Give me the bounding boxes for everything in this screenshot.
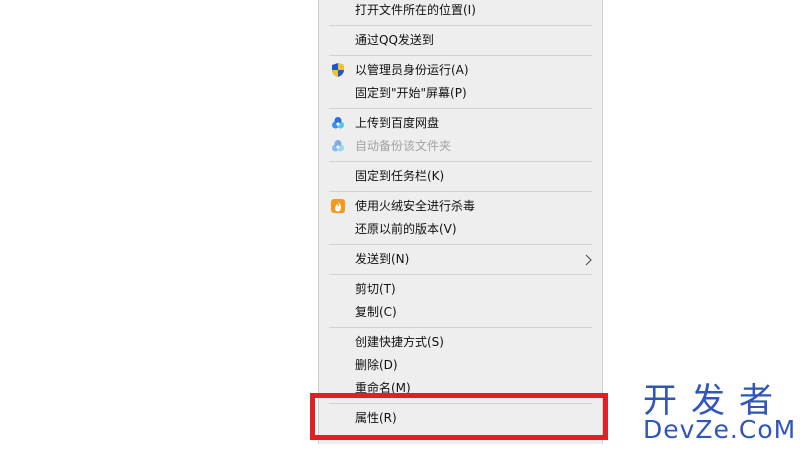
- menu-item-label: 还原以前的版本(V): [355, 222, 457, 236]
- watermark-cn: 开发者: [643, 381, 787, 421]
- menu-item-copy[interactable]: 复制(C): [319, 301, 602, 323]
- context-menu: 打开文件所在的位置(I) 通过QQ发送到 以管理员身份运行(A) 固定到"开始"…: [318, 0, 603, 444]
- menu-separator: [329, 55, 592, 56]
- chevron-right-icon: [583, 252, 593, 266]
- menu-item-pin-to-taskbar[interactable]: 固定到任务栏(K): [319, 165, 602, 187]
- menu-item-delete[interactable]: 删除(D): [319, 354, 602, 376]
- menu-item-label: 以管理员身份运行(A): [355, 63, 469, 77]
- menu-item-open-file-location[interactable]: 打开文件所在的位置(I): [319, 0, 602, 21]
- menu-separator: [329, 161, 592, 162]
- menu-separator: [329, 191, 592, 192]
- menu-item-run-as-admin[interactable]: 以管理员身份运行(A): [319, 59, 602, 81]
- menu-item-label: 上传到百度网盘: [355, 116, 440, 130]
- menu-item-create-shortcut[interactable]: 创建快捷方式(S): [319, 331, 602, 353]
- menu-item-auto-backup: 自动备份该文件夹: [319, 135, 602, 157]
- menu-separator: [329, 108, 592, 109]
- menu-separator: [329, 327, 592, 328]
- uac-shield-icon: [330, 62, 346, 78]
- menu-item-cut[interactable]: 剪切(T): [319, 278, 602, 300]
- menu-item-label: 打开文件所在的位置(I): [355, 3, 476, 17]
- menu-item-pin-to-start[interactable]: 固定到"开始"屏幕(P): [319, 82, 602, 104]
- menu-item-upload-baidu[interactable]: 上传到百度网盘: [319, 112, 602, 134]
- properties-highlight-box: [310, 393, 608, 440]
- menu-item-label: 固定到任务栏(K): [355, 169, 445, 183]
- menu-item-label: 通过QQ发送到: [355, 33, 434, 47]
- menu-item-label: 自动备份该文件夹: [355, 139, 452, 153]
- menu-item-send-via-qq[interactable]: 通过QQ发送到: [319, 29, 602, 51]
- menu-item-label: 创建快捷方式(S): [355, 335, 444, 349]
- menu-item-label: 删除(D): [355, 358, 398, 372]
- menu-item-huorong-scan[interactable]: 使用火绒安全进行杀毒: [319, 195, 602, 217]
- menu-separator: [329, 274, 592, 275]
- watermark-logo: 开发者 DevZe.CoM: [643, 381, 797, 445]
- baidu-netdisk-icon: [330, 138, 346, 154]
- menu-item-restore-previous-versions[interactable]: 还原以前的版本(V): [319, 218, 602, 240]
- huorong-icon: [330, 198, 346, 214]
- menu-separator: [329, 244, 592, 245]
- baidu-netdisk-icon: [330, 115, 346, 131]
- menu-item-send-to[interactable]: 发送到(N): [319, 248, 602, 270]
- menu-item-label: 剪切(T): [355, 282, 396, 296]
- menu-item-label: 发送到(N): [355, 252, 410, 266]
- watermark-en: DevZe.CoM: [643, 415, 797, 444]
- menu-item-label: 使用火绒安全进行杀毒: [355, 199, 476, 213]
- menu-item-label: 固定到"开始"屏幕(P): [355, 86, 467, 100]
- menu-separator: [329, 25, 592, 26]
- menu-item-label: 复制(C): [355, 305, 397, 319]
